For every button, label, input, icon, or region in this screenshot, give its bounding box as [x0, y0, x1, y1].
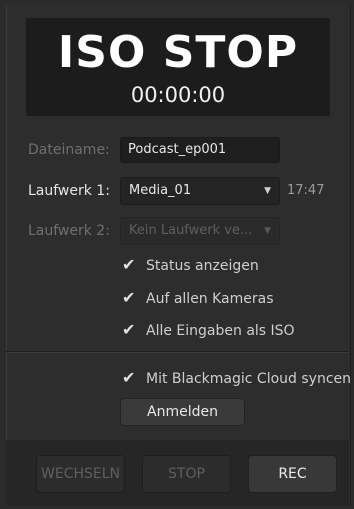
option-label: Auf allen Kameras [146, 291, 274, 307]
drive1-label: Laufwerk 1: [28, 183, 110, 199]
chevron-down-icon: ▼ [264, 186, 271, 196]
checkmark-icon: ✔ [122, 368, 136, 387]
timecode: 00:00:00 [130, 83, 226, 107]
section-divider [6, 351, 349, 353]
drive2-select[interactable]: Kein Laufwerk ve... ▼ [120, 217, 280, 245]
option-label: Status anzeigen [146, 258, 259, 274]
filename-label: Dateiname: [28, 142, 110, 158]
filename-field[interactable]: Podcast_ep001 [120, 137, 280, 163]
status-title: ISO STOP [57, 27, 299, 78]
switch-button[interactable]: WECHSELN [36, 455, 125, 493]
login-button[interactable]: Anmelden [120, 398, 245, 426]
checkmark-icon: ✔ [122, 320, 136, 339]
checkmark-icon: ✔ [122, 288, 136, 307]
option-all-inputs-iso[interactable]: ✔ Alle Eingaben als ISO [122, 320, 295, 341]
option-all-cameras[interactable]: ✔ Auf allen Kameras [122, 288, 274, 309]
status-display: ISO STOP 00:00:00 [26, 18, 330, 116]
rec-button[interactable]: REC [248, 455, 337, 493]
drive1-select[interactable]: Media_01 ▼ [120, 177, 280, 205]
drive1-remaining-time: 17:47 [287, 183, 325, 198]
stop-button[interactable]: STOP [142, 455, 231, 493]
drive1-value: Media_01 [129, 183, 192, 198]
option-show-status[interactable]: ✔ Status anzeigen [122, 255, 259, 276]
option-label: Mit Blackmagic Cloud syncen [146, 371, 352, 387]
checkmark-icon: ✔ [122, 255, 136, 274]
drive2-value: Kein Laufwerk ve... [129, 223, 253, 238]
chevron-down-icon: ▼ [264, 226, 271, 236]
option-cloud-sync[interactable]: ✔ Mit Blackmagic Cloud syncen [122, 368, 351, 389]
option-label: Alle Eingaben als ISO [146, 323, 295, 339]
drive2-label: Laufwerk 2: [28, 223, 110, 239]
